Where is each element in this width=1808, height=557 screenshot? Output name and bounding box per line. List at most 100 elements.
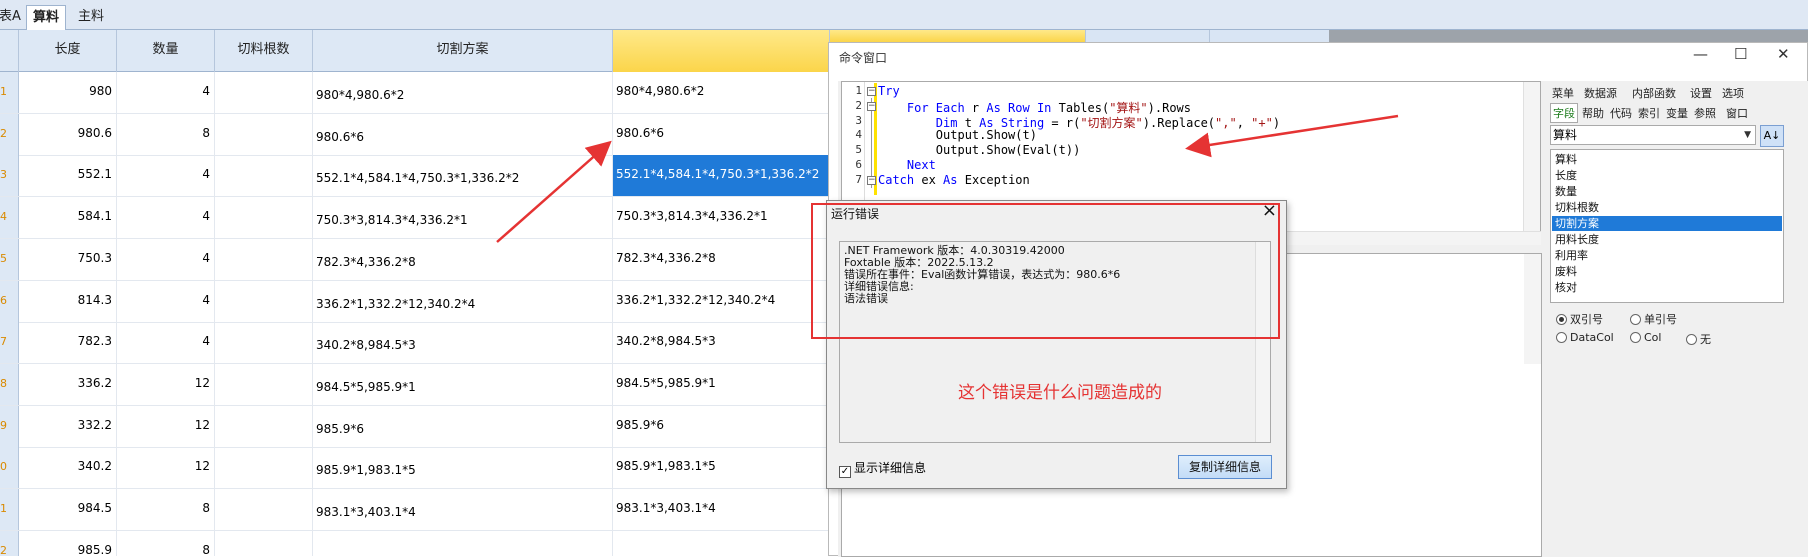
sort-icon[interactable]: A↓ bbox=[1760, 125, 1784, 147]
cell-result[interactable]: 983.1*3,403.1*4 bbox=[613, 489, 830, 530]
cell-result[interactable]: 336.2*1,332.2*12,340.2*4 bbox=[613, 280, 830, 322]
checkbox-checked-icon[interactable]: ✓ bbox=[839, 466, 851, 478]
column-header-selected[interactable] bbox=[613, 30, 830, 72]
field-list-item[interactable]: 算料 bbox=[1552, 152, 1782, 167]
cell-result[interactable]: 984.5*5,985.9*1 bbox=[613, 363, 830, 405]
maximize-icon[interactable]: ☐ bbox=[1734, 45, 1747, 63]
output-scrollbar[interactable] bbox=[1524, 254, 1541, 364]
field-list[interactable]: 算料 长度 数量 切料根数 切割方案 用料长度 利用率 废料 核对 bbox=[1550, 149, 1784, 303]
cell-length[interactable]: 340.2 bbox=[19, 447, 117, 489]
radio-icon[interactable] bbox=[1556, 332, 1567, 343]
cell-cut-count[interactable] bbox=[215, 280, 313, 322]
cell-cut-count[interactable] bbox=[215, 363, 313, 405]
helper-tab-1[interactable]: 帮助 bbox=[1582, 105, 1604, 121]
fold-toggle-icon[interactable]: − bbox=[867, 101, 876, 111]
radio-option[interactable]: 单引号 bbox=[1630, 311, 1677, 327]
field-list-item[interactable]: 切割方案 bbox=[1552, 216, 1782, 231]
radio-option[interactable]: 无 bbox=[1686, 331, 1711, 347]
column-header-cut-count[interactable]: 切料根数 bbox=[215, 30, 313, 72]
cell-quantity[interactable]: 8 bbox=[117, 530, 215, 556]
cell-result[interactable] bbox=[613, 530, 830, 556]
field-list-item[interactable]: 长度 bbox=[1552, 168, 1782, 183]
cell-length[interactable]: 980.6 bbox=[19, 113, 117, 155]
radio-icon[interactable] bbox=[1686, 334, 1697, 345]
cell-cutting-plan[interactable]: 552.1*4,584.1*4,750.3*1,336.2*2 bbox=[313, 155, 613, 197]
cell-result[interactable]: 552.1*4,584.1*4,750.3*1,336.2*2 bbox=[613, 155, 830, 197]
cell-result[interactable]: 985.9*6 bbox=[613, 405, 830, 447]
cell-cut-count[interactable] bbox=[215, 530, 313, 556]
cell-cut-count[interactable] bbox=[215, 72, 313, 113]
cell-cutting-plan[interactable] bbox=[313, 530, 613, 556]
helper-tab-3[interactable]: 索引 bbox=[1638, 105, 1660, 121]
field-list-item[interactable]: 利用率 bbox=[1552, 248, 1782, 263]
field-list-item[interactable]: 数量 bbox=[1552, 184, 1782, 199]
fold-toggle-icon[interactable]: − bbox=[867, 175, 876, 185]
cell-length[interactable]: 814.3 bbox=[19, 280, 117, 322]
cell-cut-count[interactable] bbox=[215, 322, 313, 364]
cell-cutting-plan[interactable]: 980*4,980.6*2 bbox=[313, 72, 613, 113]
radio-icon[interactable] bbox=[1556, 314, 1567, 325]
cell-cut-count[interactable] bbox=[215, 238, 313, 280]
cell-length[interactable]: 552.1 bbox=[19, 155, 117, 197]
helper-tab-4[interactable]: 变量 bbox=[1666, 105, 1688, 121]
cell-cutting-plan[interactable]: 750.3*3,814.3*4,336.2*1 bbox=[313, 197, 613, 239]
tab-zhuliao[interactable]: 主料 bbox=[73, 5, 109, 30]
cell-cutting-plan[interactable]: 782.3*4,336.2*8 bbox=[313, 238, 613, 280]
cell-cutting-plan[interactable]: 980.6*6 bbox=[313, 113, 613, 155]
cell-quantity[interactable]: 4 bbox=[117, 280, 215, 322]
radio-icon[interactable] bbox=[1630, 314, 1641, 325]
cell-cut-count[interactable] bbox=[215, 447, 313, 489]
close-icon[interactable]: ✕ bbox=[1777, 45, 1790, 63]
field-list-item[interactable]: 核对 bbox=[1552, 280, 1782, 295]
cell-cutting-plan[interactable]: 985.9*1,983.1*5 bbox=[313, 447, 613, 489]
cell-quantity[interactable]: 8 bbox=[117, 489, 215, 530]
tab-suanliao[interactable]: 算料 bbox=[26, 5, 66, 30]
cell-quantity[interactable]: 12 bbox=[117, 363, 215, 405]
cell-length[interactable]: 980 bbox=[19, 72, 117, 113]
column-header-quantity[interactable]: 数量 bbox=[117, 30, 215, 72]
fold-toggle-icon[interactable]: − bbox=[867, 87, 876, 96]
helper-tab-2[interactable]: 代码 bbox=[1610, 105, 1632, 121]
field-list-item[interactable]: 切料根数 bbox=[1552, 200, 1782, 215]
copy-details-button[interactable]: 复制详细信息 bbox=[1178, 455, 1272, 479]
field-list-item[interactable]: 废料 bbox=[1552, 264, 1782, 279]
minimize-icon[interactable]: — bbox=[1693, 45, 1708, 63]
cell-length[interactable]: 984.5 bbox=[19, 489, 117, 530]
cell-cutting-plan[interactable]: 985.9*6 bbox=[313, 405, 613, 447]
cell-length[interactable]: 985.9 bbox=[19, 530, 117, 556]
radio-option[interactable]: DataCol bbox=[1556, 331, 1614, 344]
helper-tab-6[interactable]: 窗口 bbox=[1726, 105, 1748, 121]
editor-vertical-scrollbar[interactable] bbox=[1523, 82, 1540, 234]
cell-result[interactable]: 340.2*8,984.5*3 bbox=[613, 322, 830, 364]
cell-quantity[interactable]: 4 bbox=[117, 322, 215, 364]
cell-length[interactable]: 782.3 bbox=[19, 322, 117, 364]
cell-quantity[interactable]: 12 bbox=[117, 447, 215, 489]
helper-menu-item[interactable]: 数据源 bbox=[1584, 85, 1617, 101]
cell-length[interactable]: 584.1 bbox=[19, 197, 117, 239]
radio-icon[interactable] bbox=[1630, 332, 1641, 343]
radio-option[interactable]: 双引号 bbox=[1556, 311, 1603, 327]
cell-cut-count[interactable] bbox=[215, 405, 313, 447]
cell-length[interactable]: 336.2 bbox=[19, 363, 117, 405]
cell-length[interactable]: 750.3 bbox=[19, 238, 117, 280]
helper-tab-5[interactable]: 参照 bbox=[1694, 105, 1716, 121]
column-header-length[interactable]: 长度 bbox=[19, 30, 117, 72]
cell-cutting-plan[interactable]: 340.2*8,984.5*3 bbox=[313, 322, 613, 364]
cell-cut-count[interactable] bbox=[215, 113, 313, 155]
cell-quantity[interactable]: 12 bbox=[117, 405, 215, 447]
cell-cut-count[interactable] bbox=[215, 197, 313, 239]
cell-result[interactable]: 980.6*6 bbox=[613, 113, 830, 155]
cell-result[interactable]: 980*4,980.6*2 bbox=[613, 72, 830, 113]
column-header-cutting-plan[interactable]: 切割方案 bbox=[313, 30, 613, 72]
cell-cutting-plan[interactable]: 983.1*3,403.1*4 bbox=[313, 489, 613, 530]
cell-cut-count[interactable] bbox=[215, 489, 313, 530]
radio-option[interactable]: Col bbox=[1630, 331, 1661, 344]
tab-table-a[interactable]: 表A bbox=[0, 5, 26, 30]
cell-quantity[interactable]: 8 bbox=[117, 113, 215, 155]
cell-cutting-plan[interactable]: 984.5*5,985.9*1 bbox=[313, 363, 613, 405]
field-list-item[interactable]: 用料长度 bbox=[1552, 232, 1782, 247]
show-details-checkbox[interactable]: ✓ 显示详细信息 bbox=[839, 459, 926, 478]
helper-menu-item[interactable]: 选项 bbox=[1722, 85, 1744, 101]
helper-menu-item[interactable]: 菜单 bbox=[1552, 85, 1574, 101]
cell-cutting-plan[interactable]: 336.2*1,332.2*12,340.2*4 bbox=[313, 280, 613, 322]
